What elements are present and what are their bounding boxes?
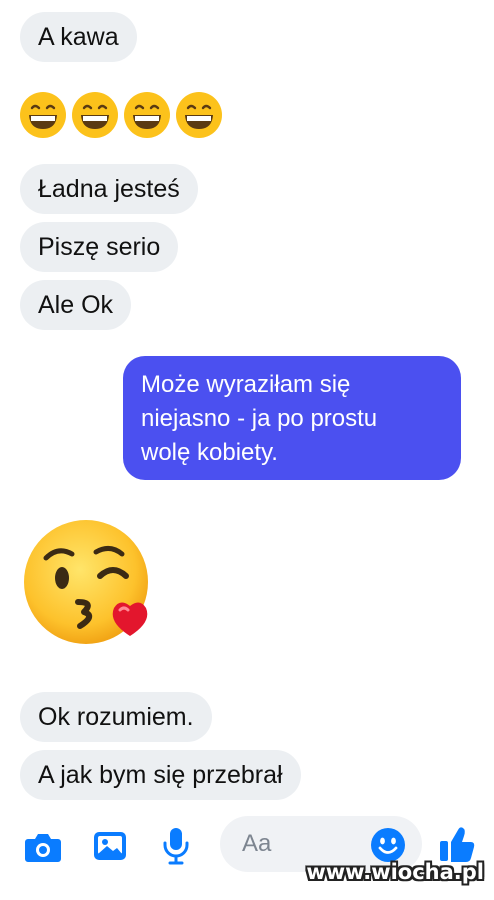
message-bubble[interactable]: A kawa bbox=[20, 12, 137, 62]
message-text: Piszę serio bbox=[38, 233, 161, 261]
chat-thread: A kawa Ładna jesteś Piszę serio Ale Ok M… bbox=[0, 0, 494, 812]
message-bubble[interactable]: Ale Ok bbox=[20, 280, 132, 330]
emoji-message[interactable] bbox=[18, 90, 224, 142]
message-bubble[interactable]: A jak bym się przebrał bbox=[20, 750, 301, 800]
grinning-face-icon bbox=[176, 92, 222, 138]
grinning-face-icon bbox=[20, 92, 66, 138]
message-text: Ale Ok bbox=[38, 291, 114, 319]
message-line: wolę kobiety. bbox=[141, 439, 278, 466]
grinning-face-icon bbox=[72, 92, 118, 138]
message-input-placeholder: Aa bbox=[242, 830, 272, 857]
message-text: Ok rozumiem. bbox=[38, 703, 194, 731]
gallery-icon[interactable] bbox=[92, 829, 128, 863]
face-blowing-a-kiss-icon[interactable] bbox=[22, 518, 164, 660]
message-text: A jak bym się przebrał bbox=[38, 761, 283, 789]
message-text: Ładna jesteś bbox=[38, 175, 180, 203]
thumbs-up-icon[interactable] bbox=[438, 824, 476, 864]
camera-icon[interactable] bbox=[24, 830, 62, 864]
emoji-icon[interactable] bbox=[370, 827, 406, 863]
grinning-face-icon bbox=[124, 92, 170, 138]
message-line: niejasno - ja po prostu bbox=[141, 405, 378, 432]
message-bubble[interactable]: Piszę serio bbox=[20, 222, 179, 272]
message-bubble[interactable]: Ok rozumiem. bbox=[20, 692, 212, 742]
microphone-icon[interactable] bbox=[162, 826, 190, 866]
outgoing-message-bubble[interactable]: Może wyraziłam się niejasno - ja po pros… bbox=[123, 356, 461, 480]
watermark: www.wiocha.pl bbox=[306, 860, 484, 884]
message-bubble[interactable]: Ładna jesteś bbox=[20, 164, 198, 214]
message-text: A kawa bbox=[38, 23, 119, 51]
message-line: Może wyraziłam się bbox=[141, 371, 351, 398]
